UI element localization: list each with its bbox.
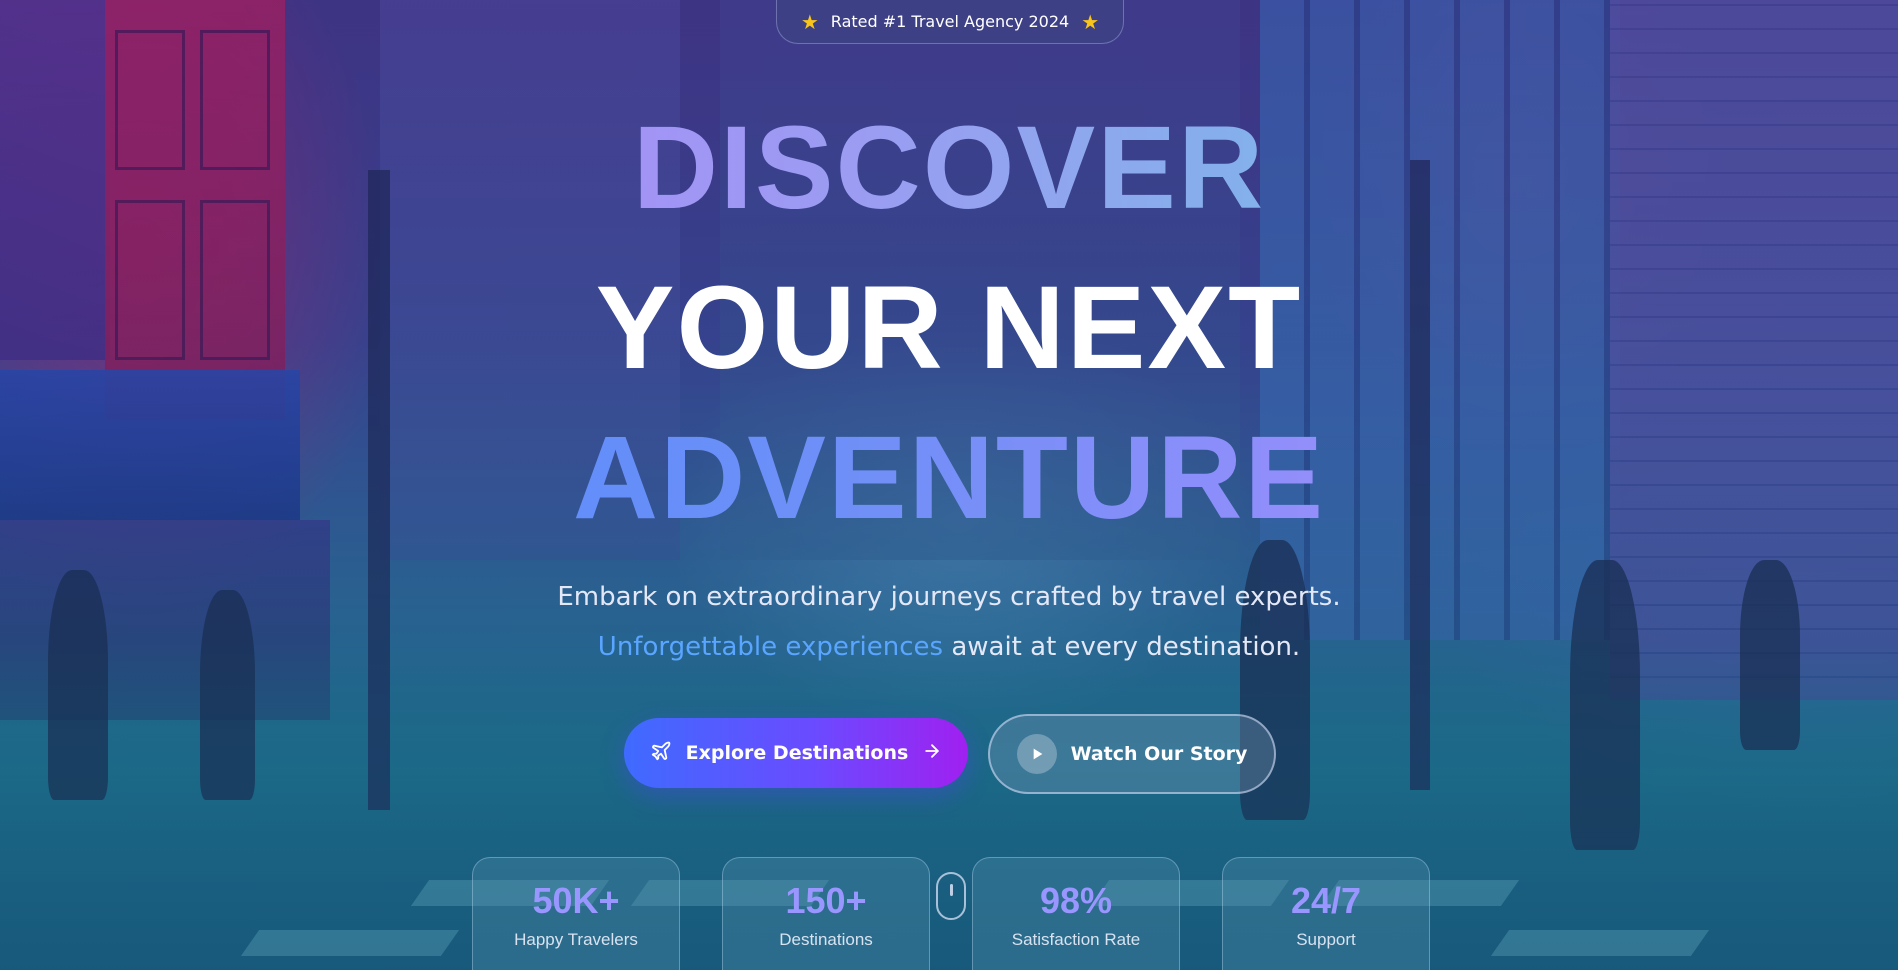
award-badge: ★ Rated #1 Travel Agency 2024 ★ — [776, 0, 1124, 44]
hero-title-line-1: DISCOVER — [0, 108, 1898, 228]
mouse-scroll-icon[interactable] — [936, 872, 966, 920]
plane-icon — [650, 740, 672, 767]
hero-subtitle-line-1: Embark on extraordinary journeys crafted… — [557, 582, 1341, 612]
play-icon — [1016, 734, 1057, 774]
hero-subtitle-rest: await at every destination. — [943, 632, 1301, 662]
star-icon: ★ — [800, 9, 819, 34]
stat-card: 98% Satisfaction Rate — [972, 857, 1180, 970]
stat-value: 24/7 — [1290, 880, 1362, 921]
stat-label: Support — [1296, 930, 1356, 949]
stat-label: Satisfaction Rate — [1011, 930, 1141, 949]
stat-label: Happy Travelers — [514, 930, 638, 949]
stat-card: 24/7 Support — [1222, 857, 1430, 970]
watch-our-story-button[interactable]: Watch Our Story — [988, 714, 1276, 794]
stat-value: 150+ — [785, 880, 867, 921]
explore-destinations-button[interactable]: Explore Destinations — [624, 718, 968, 788]
stat-label: Destinations — [779, 930, 873, 949]
stat-card: 150+ Destinations — [722, 857, 930, 970]
hero-subtitle-highlight: Unforgettable experiences — [597, 632, 944, 662]
scroll-wheel — [950, 884, 953, 896]
arrow-right-icon — [922, 741, 942, 766]
stat-value: 50K+ — [532, 880, 620, 921]
stat-card: 50K+ Happy Travelers — [472, 857, 680, 970]
explore-destinations-label: Explore Destinations — [685, 742, 909, 764]
hero-title-line-3: ADVENTURE — [0, 418, 1898, 538]
watch-our-story-label: Watch Our Story — [1070, 743, 1248, 765]
star-icon: ★ — [1081, 9, 1100, 34]
stat-value: 98% — [1039, 880, 1113, 921]
award-badge-text: Rated #1 Travel Agency 2024 — [830, 12, 1070, 31]
hero-subtitle-line-2: Unforgettable experiences await at every… — [0, 632, 1898, 662]
hero-title-line-2: YOUR NEXT — [595, 262, 1303, 394]
